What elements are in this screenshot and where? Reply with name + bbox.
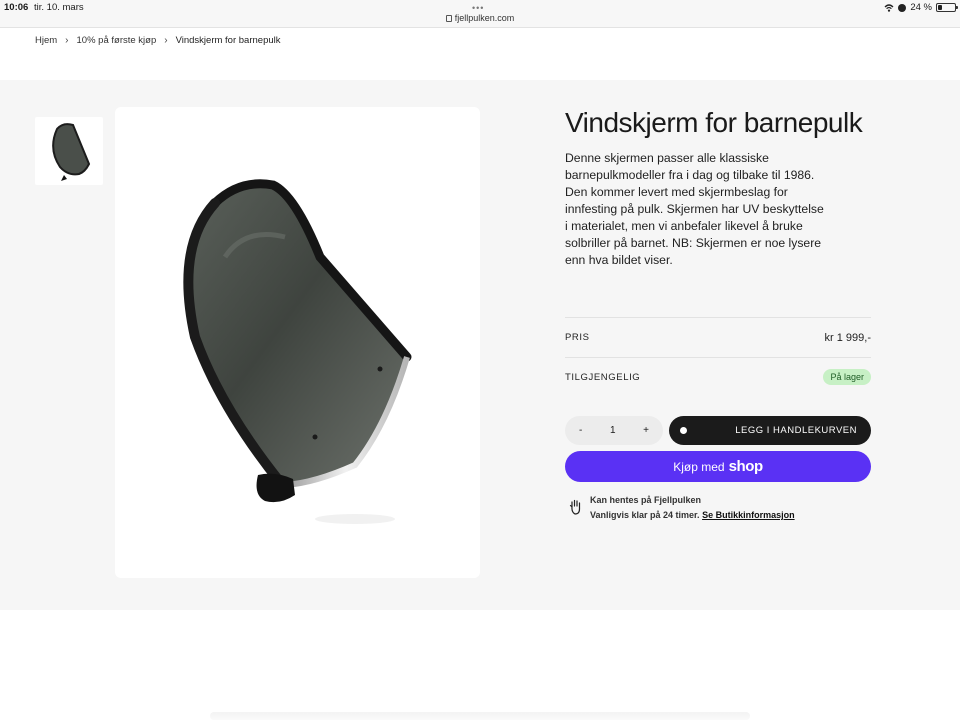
pickup-note-text: Vanligvis klar på 24 timer. (590, 510, 700, 520)
availability-row: TILGJENGELIG På lager (565, 357, 871, 397)
quantity-value[interactable]: 1 (610, 425, 616, 436)
price-row: PRIS kr 1 999,- (565, 317, 871, 357)
breadcrumb: Hjem › 10% på første kjøp › Vindskjerm f… (35, 35, 281, 46)
bottom-divider (210, 712, 750, 720)
chevron-right-icon: › (65, 35, 69, 46)
product-title: Vindskjerm for barnepulk (565, 107, 863, 138)
battery-tip (956, 6, 958, 9)
store-info-link[interactable]: Se Butikkinformasjon (702, 510, 795, 520)
battery-percent: 24 % (910, 2, 932, 13)
price-label: PRIS (565, 332, 590, 343)
stock-badge: På lager (823, 369, 871, 385)
multitasking-dots[interactable]: ••• (472, 3, 484, 13)
breadcrumb-home[interactable]: Hjem (35, 35, 57, 46)
breadcrumb-campaign[interactable]: 10% på første kjøp (77, 35, 157, 46)
shop-pay-button[interactable]: Kjøp med shop (565, 451, 871, 482)
add-to-cart-label: LEGG I HANDLEKURVEN (735, 425, 857, 436)
battery-fill (938, 5, 942, 10)
product-main-image[interactable] (115, 107, 480, 578)
address-bar[interactable]: fjellpulken.com (0, 13, 960, 23)
wifi-icon (884, 3, 894, 12)
status-indicators: 24 % (884, 2, 958, 13)
pickup-info: Kan hentes på Fjellpulken Vanligvis klar… (565, 495, 871, 525)
shop-pay-logo: shop (728, 458, 764, 475)
url-text: fjellpulken.com (454, 13, 515, 23)
availability-label: TILGJENGELIG (565, 371, 641, 383)
product-info: Vindskjerm for barnepulk Denne skjermen … (565, 107, 871, 520)
pickup-title: Kan hentes på Fjellpulken (590, 495, 702, 505)
breadcrumb-current: Vindskjerm for barnepulk (175, 35, 281, 46)
product-section: Vindskjerm for barnepulk Denne skjermen … (0, 80, 960, 610)
lock-icon (445, 15, 452, 22)
hand-icon (569, 499, 581, 515)
add-to-cart-button[interactable]: LEGG I HANDLEKURVEN (669, 416, 871, 445)
quantity-increase-button[interactable]: + (643, 425, 649, 436)
windscreen-image (183, 179, 412, 524)
price-value: kr 1 999,- (824, 331, 871, 344)
status-bar: 10:06 tir. 10. mars ••• fjellpulken.com … (0, 0, 960, 28)
product-thumbnail[interactable] (35, 117, 103, 185)
quantity-stepper: - 1 + (565, 416, 663, 445)
thumbnail-image (52, 123, 91, 181)
shop-pay-prefix: Kjøp med (673, 459, 725, 474)
chevron-right-icon: › (164, 35, 168, 46)
quantity-decrease-button[interactable]: - (579, 425, 582, 436)
pickup-note: Vanligvis klar på 24 timer. Se Butikkinf… (590, 510, 795, 520)
battery-icon (936, 3, 958, 12)
cart-dot-icon (680, 427, 687, 434)
product-description: Denne skjermen passer alle klassiske bar… (565, 151, 824, 267)
alarm-icon (898, 3, 907, 12)
status-date: tir. 10. mars (34, 2, 84, 13)
status-time: 10:06 (4, 2, 29, 13)
